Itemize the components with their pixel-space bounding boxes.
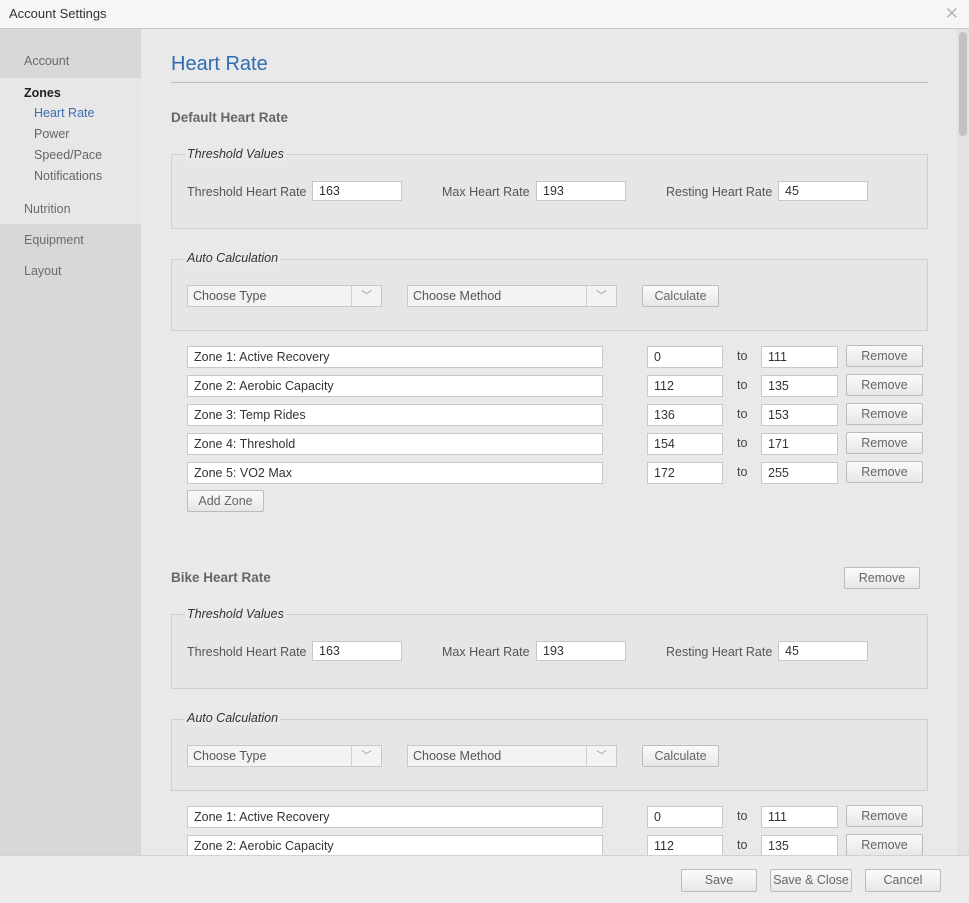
sidebar-item-layout[interactable]: Layout [24, 264, 62, 278]
sidebar: Account Zones Heart Rate Power Speed/Pac… [0, 29, 141, 855]
zone-remove-button[interactable]: Remove [846, 403, 923, 425]
sidebar-item-heart-rate[interactable]: Heart Rate [34, 106, 94, 120]
default-resting-hr-label: Resting Heart Rate [666, 185, 773, 199]
default-heart-rate-heading: Default Heart Rate [171, 110, 289, 125]
zone-from-input[interactable] [647, 375, 723, 397]
zone-from-input[interactable] [647, 462, 723, 484]
sidebar-item-equipment[interactable]: Equipment [24, 233, 84, 247]
close-icon[interactable]: ✕ [945, 4, 959, 24]
default-method-select-value: Choose Method [413, 289, 502, 303]
bike-heart-rate-heading: Bike Heart Rate [171, 570, 271, 585]
zone-to-label: to [737, 436, 748, 450]
sidebar-item-zones[interactable]: Zones [24, 86, 61, 100]
zone-to-input[interactable] [761, 433, 838, 455]
chevron-down-icon: ﹀ [351, 746, 381, 766]
zone-to-input[interactable] [761, 462, 838, 484]
zone-remove-button[interactable]: Remove [846, 374, 923, 396]
sidebar-item-nutrition[interactable]: Nutrition [24, 202, 71, 216]
default-threshold-hr-input[interactable] [312, 181, 402, 201]
bike-method-select-value: Choose Method [413, 749, 502, 763]
scrollbar-thumb[interactable] [959, 32, 967, 136]
zone-remove-button[interactable]: Remove [846, 461, 923, 483]
bike-method-select[interactable]: Choose Method ﹀ [407, 745, 617, 767]
main-panel: Heart Rate Default Heart Rate Threshold … [141, 29, 957, 855]
chevron-down-icon: ﹀ [586, 746, 616, 766]
default-calculate-button[interactable]: Calculate [642, 285, 719, 307]
bike-threshold-hr-input[interactable] [312, 641, 402, 661]
default-threshold-hr-label: Threshold Heart Rate [187, 185, 307, 199]
bike-threshold-hr-label: Threshold Heart Rate [187, 645, 307, 659]
bike-resting-hr-label: Resting Heart Rate [666, 645, 773, 659]
zone-to-label: to [737, 407, 748, 421]
zone-name-input[interactable] [187, 835, 603, 855]
zone-remove-button[interactable]: Remove [846, 834, 923, 855]
save-button[interactable]: Save [681, 869, 757, 892]
sidebar-item-speed-pace[interactable]: Speed/Pace [34, 148, 102, 162]
bike-type-select[interactable]: Choose Type ﹀ [187, 745, 382, 767]
cancel-button[interactable]: Cancel [865, 869, 941, 892]
title-divider [171, 82, 928, 83]
zone-to-label: to [737, 809, 748, 823]
zone-from-input[interactable] [647, 806, 723, 828]
dialog-footer: Save Save & Close Cancel [0, 855, 969, 903]
zone-name-input[interactable] [187, 375, 603, 397]
zone-from-input[interactable] [647, 835, 723, 855]
sidebar-item-account[interactable]: Account [24, 54, 69, 68]
default-max-hr-input[interactable] [536, 181, 626, 201]
zone-to-input[interactable] [761, 404, 838, 426]
zone-to-label: to [737, 378, 748, 392]
zone-to-label: to [737, 349, 748, 363]
bike-auto-calc-legend: Auto Calculation [185, 711, 281, 725]
zone-to-input[interactable] [761, 835, 838, 855]
bike-max-hr-label: Max Heart Rate [442, 645, 530, 659]
bike-max-hr-input[interactable] [536, 641, 626, 661]
bike-threshold-legend: Threshold Values [185, 607, 286, 621]
window-title: Account Settings [9, 6, 107, 21]
default-resting-hr-input[interactable] [778, 181, 868, 201]
zone-name-input[interactable] [187, 433, 603, 455]
zone-to-label: to [737, 465, 748, 479]
zone-remove-button[interactable]: Remove [846, 805, 923, 827]
zone-remove-button[interactable]: Remove [846, 432, 923, 454]
zone-from-input[interactable] [647, 346, 723, 368]
save-close-button[interactable]: Save & Close [770, 869, 852, 892]
zone-name-input[interactable] [187, 806, 603, 828]
bike-resting-hr-input[interactable] [778, 641, 868, 661]
zone-name-input[interactable] [187, 346, 603, 368]
zone-name-input[interactable] [187, 404, 603, 426]
default-type-select-value: Choose Type [193, 289, 267, 303]
zone-to-input[interactable] [761, 346, 838, 368]
sidebar-item-notifications[interactable]: Notifications [34, 169, 102, 183]
default-auto-calc-legend: Auto Calculation [185, 251, 281, 265]
bike-type-select-value: Choose Type [193, 749, 267, 763]
page-title: Heart Rate [171, 53, 268, 75]
default-max-hr-label: Max Heart Rate [442, 185, 530, 199]
bike-remove-button[interactable]: Remove [844, 567, 920, 589]
window-titlebar: Account Settings ✕ [0, 0, 969, 29]
zone-from-input[interactable] [647, 404, 723, 426]
chevron-down-icon: ﹀ [351, 286, 381, 306]
sidebar-item-power[interactable]: Power [34, 127, 69, 141]
default-method-select[interactable]: Choose Method ﹀ [407, 285, 617, 307]
zone-name-input[interactable] [187, 462, 603, 484]
vertical-scrollbar[interactable] [957, 29, 969, 855]
zone-to-input[interactable] [761, 375, 838, 397]
zone-from-input[interactable] [647, 433, 723, 455]
default-threshold-legend: Threshold Values [185, 147, 286, 161]
add-zone-button[interactable]: Add Zone [187, 490, 264, 512]
zone-to-label: to [737, 838, 748, 852]
zone-to-input[interactable] [761, 806, 838, 828]
default-type-select[interactable]: Choose Type ﹀ [187, 285, 382, 307]
zone-remove-button[interactable]: Remove [846, 345, 923, 367]
chevron-down-icon: ﹀ [586, 286, 616, 306]
bike-calculate-button[interactable]: Calculate [642, 745, 719, 767]
